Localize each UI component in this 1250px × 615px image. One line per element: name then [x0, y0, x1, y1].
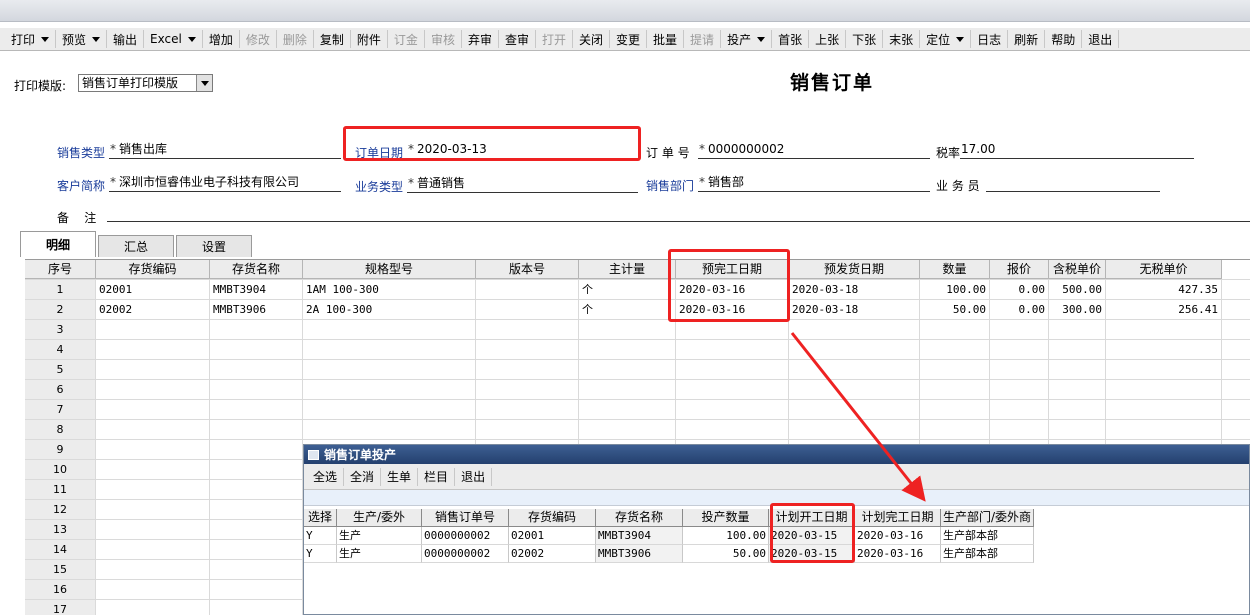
arrow-line [790, 332, 926, 502]
annotation-arrow [790, 332, 926, 502]
